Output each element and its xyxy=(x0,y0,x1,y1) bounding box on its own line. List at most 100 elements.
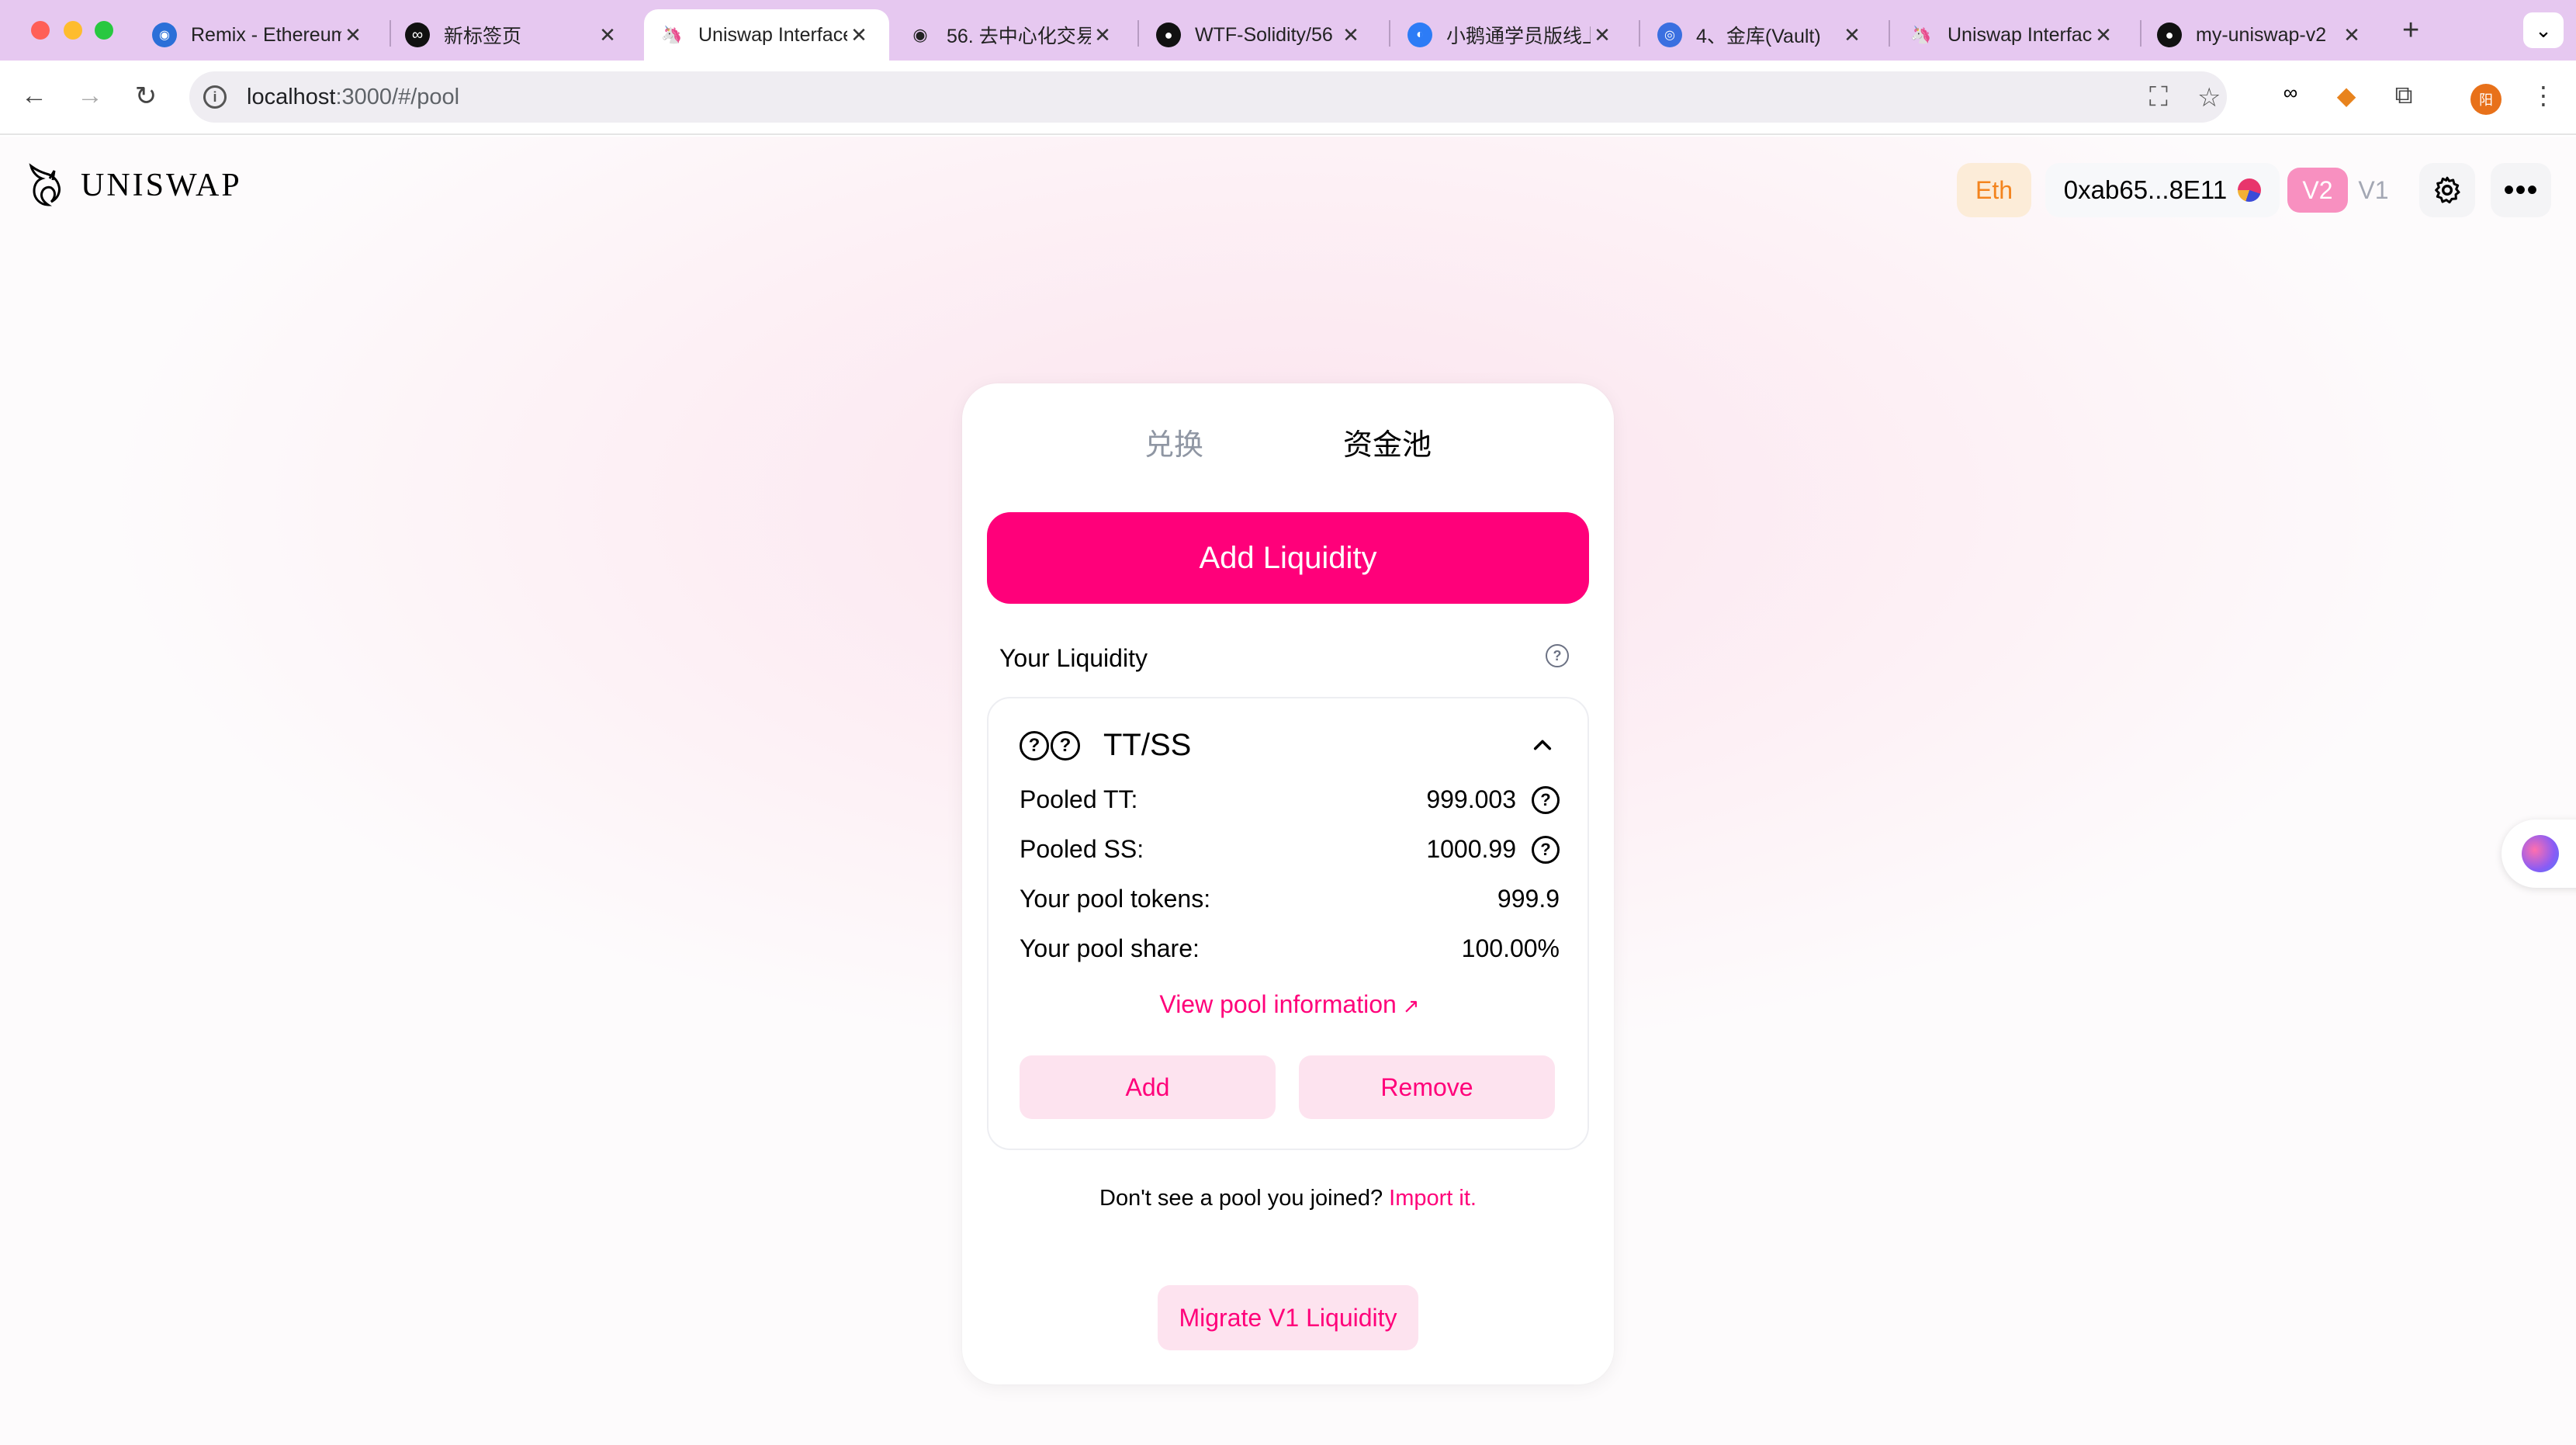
extensions-puzzle-icon[interactable]: ⧉ xyxy=(2387,81,2421,110)
view-pool-info-label: View pool information xyxy=(1159,990,1397,1018)
tab-title: Uniswap Interface xyxy=(698,23,847,46)
account-identicon-icon xyxy=(2238,178,2262,202)
translate-icon[interactable]: ⛶ xyxy=(2149,82,2168,113)
browser-toolbar: ← → ↻ i localhost:3000/#/pool ⛶ ☆ xyxy=(0,61,2576,135)
browser-menu-icon[interactable]: ⋮ xyxy=(2526,81,2560,110)
migrate-v1-liquidity-button[interactable]: Migrate V1 Liquidity xyxy=(1158,1285,1418,1350)
address-bar[interactable]: i localhost:3000/#/pool ⛶ ☆ xyxy=(189,71,2227,123)
tab-close-icon[interactable]: ✕ xyxy=(847,23,871,47)
browser-tab-dex[interactable]: ◉ 56. 去中心化交易所 ✕ xyxy=(908,9,1133,61)
add-button[interactable]: Add xyxy=(1020,1055,1276,1119)
github-icon: ● xyxy=(2157,23,2182,47)
browser-tab-uniswap-active[interactable]: 🦄 Uniswap Interface ✕ xyxy=(644,9,889,61)
tab-pool[interactable]: 资金池 xyxy=(1343,421,1432,463)
chevron-up-icon[interactable] xyxy=(1532,734,1553,756)
tab-title: WTF-Solidity/56 xyxy=(1195,23,1333,46)
window-close-button[interactable] xyxy=(31,21,50,40)
browser-tab-new[interactable]: ∞ 新标签页 ✕ xyxy=(405,9,638,61)
tab-swap[interactable]: 兑换 xyxy=(1144,421,1203,463)
liquidity-position-card: ? ? TT/SS Pooled TT: 999.003? Pooled SS:… xyxy=(987,697,1589,1150)
import-pool-link[interactable]: Import it. xyxy=(1389,1186,1477,1211)
metamask-fox-icon[interactable]: ◆ xyxy=(2329,81,2363,110)
github-icon: ● xyxy=(1156,23,1181,47)
browser-tab-vault[interactable]: ◎ 4、金库(Vault) ✕ xyxy=(1657,9,1882,61)
tab-title: Remix - Ethereum IDE xyxy=(191,23,341,46)
tab-close-icon[interactable]: ✕ xyxy=(2340,23,2363,47)
chrome-icon: ◎ xyxy=(1657,23,1682,47)
brain-icon xyxy=(2522,835,2559,872)
view-pool-information-link[interactable]: View pool information ↗ xyxy=(989,990,1591,1019)
address-url[interactable]: localhost:3000/#/pool xyxy=(247,85,459,110)
tab-close-icon[interactable]: ✕ xyxy=(1591,23,1614,47)
tab-title: Uniswap Interface xyxy=(1948,23,2092,46)
question-help-icon[interactable]: ? xyxy=(1546,644,1569,667)
version-v2-toggle[interactable]: V2 xyxy=(2287,168,2348,213)
tab-close-icon[interactable]: ✕ xyxy=(341,23,365,47)
tab-divider xyxy=(390,20,391,47)
forward-arrow-icon[interactable]: → xyxy=(73,81,107,111)
floating-assistant-button[interactable] xyxy=(2502,820,2576,888)
tab-title: 4、金库(Vault) xyxy=(1696,26,1821,47)
token-ss-help-icon[interactable]: ? xyxy=(1532,835,1560,864)
remove-button[interactable]: Remove xyxy=(1299,1055,1555,1119)
row-label: Your pool share: xyxy=(1020,934,1200,962)
uniswap-logo[interactable]: UNISWAP xyxy=(26,163,242,208)
browser-tab-my-uniswap[interactable]: ● my-uniswap-v2 ✕ xyxy=(2157,9,2382,61)
uniswap-icon: 🦄 xyxy=(661,25,683,44)
version-switch[interactable]: V2 V1 xyxy=(2287,163,2401,217)
eye-icon: ◉ xyxy=(912,25,928,44)
tab-close-icon[interactable]: ✕ xyxy=(596,23,619,47)
back-arrow-icon[interactable]: ← xyxy=(17,81,51,111)
tab-divider xyxy=(1137,20,1139,47)
site-info-icon[interactable]: i xyxy=(203,85,227,109)
tab-divider xyxy=(1639,20,1640,47)
tab-title: 小鹅通学员版线上 xyxy=(1446,26,1591,47)
pooled-tt-row: Pooled TT: 999.003? xyxy=(1020,785,1560,814)
tab-title: 新标签页 xyxy=(444,26,522,47)
account-button[interactable]: 0xab65...8E11 xyxy=(2045,163,2280,217)
network-badge[interactable]: Eth xyxy=(1957,163,2031,217)
tab-divider xyxy=(2140,20,2141,47)
url-host: localhost xyxy=(247,84,336,109)
tab-search-button[interactable]: ⌄ xyxy=(2523,12,2564,48)
tab-title: 56. 去中心化交易所 xyxy=(947,26,1091,47)
bookmark-star-icon[interactable]: ☆ xyxy=(2197,82,2221,113)
version-v1-toggle[interactable]: V1 xyxy=(2348,176,2399,205)
row-value: 999.003 xyxy=(1426,785,1516,813)
browser-tab-remix[interactable]: ◉ Remix - Ethereum IDE ✕ xyxy=(152,9,383,61)
token-tt-help-icon[interactable]: ? xyxy=(1532,785,1560,814)
import-prompt-text: Don't see a pool you joined? xyxy=(1099,1186,1383,1211)
row-value: 100.00% xyxy=(1461,934,1560,962)
token-tt-icon: ? xyxy=(1020,730,1049,761)
tab-close-icon[interactable]: ✕ xyxy=(2092,23,2115,47)
new-tab-button[interactable]: + xyxy=(2402,14,2419,47)
pooled-ss-row: Pooled SS: 1000.99? xyxy=(1020,835,1560,864)
infinity-icon: ∞ xyxy=(405,23,430,47)
row-label: Pooled TT: xyxy=(1020,785,1138,813)
browser-tab-strip: ◉ Remix - Ethereum IDE ✕ ∞ 新标签页 ✕ 🦄 Unis… xyxy=(0,0,2576,61)
infinity-extension-icon[interactable]: ∞ xyxy=(2273,81,2308,105)
browser-tab-uniswap-2[interactable]: 🦄 Uniswap Interface ✕ xyxy=(1909,9,2134,61)
tab-close-icon[interactable]: ✕ xyxy=(1339,23,1362,47)
row-value: 1000.99 xyxy=(1426,835,1516,863)
tab-close-icon[interactable]: ✕ xyxy=(1091,23,1114,47)
token-ss-icon: ? xyxy=(1051,730,1080,761)
window-maximize-button[interactable] xyxy=(95,21,113,40)
your-liquidity-heading: Your Liquidity xyxy=(999,644,1148,672)
window-minimize-button[interactable] xyxy=(64,21,82,40)
uniswap-icon: 🦄 xyxy=(1910,25,1932,44)
position-header[interactable]: ? ? TT/SS xyxy=(1020,728,1191,763)
profile-avatar[interactable]: 阳 xyxy=(2470,84,2502,115)
more-menu-button[interactable]: ••• xyxy=(2491,163,2551,217)
account-address: 0xab65...8E11 xyxy=(2063,175,2228,204)
add-liquidity-button[interactable]: Add Liquidity xyxy=(987,512,1589,604)
browser-tab-xiaoe[interactable]: ◐ 小鹅通学员版线上 ✕ xyxy=(1407,9,1633,61)
browser-tab-wtf[interactable]: ● WTF-Solidity/56 ✕ xyxy=(1156,9,1381,61)
reload-icon[interactable]: ↻ xyxy=(129,81,163,112)
url-path: :3000/#/pool xyxy=(335,84,460,109)
pool-card: 兑换 资金池 Add Liquidity Your Liquidity ? ? … xyxy=(962,383,1614,1384)
tab-close-icon[interactable]: ✕ xyxy=(1840,23,1864,47)
settings-button[interactable] xyxy=(2419,163,2475,217)
swap-pool-tabs: 兑换 资金池 xyxy=(962,421,1614,463)
tab-divider xyxy=(1389,20,1390,47)
